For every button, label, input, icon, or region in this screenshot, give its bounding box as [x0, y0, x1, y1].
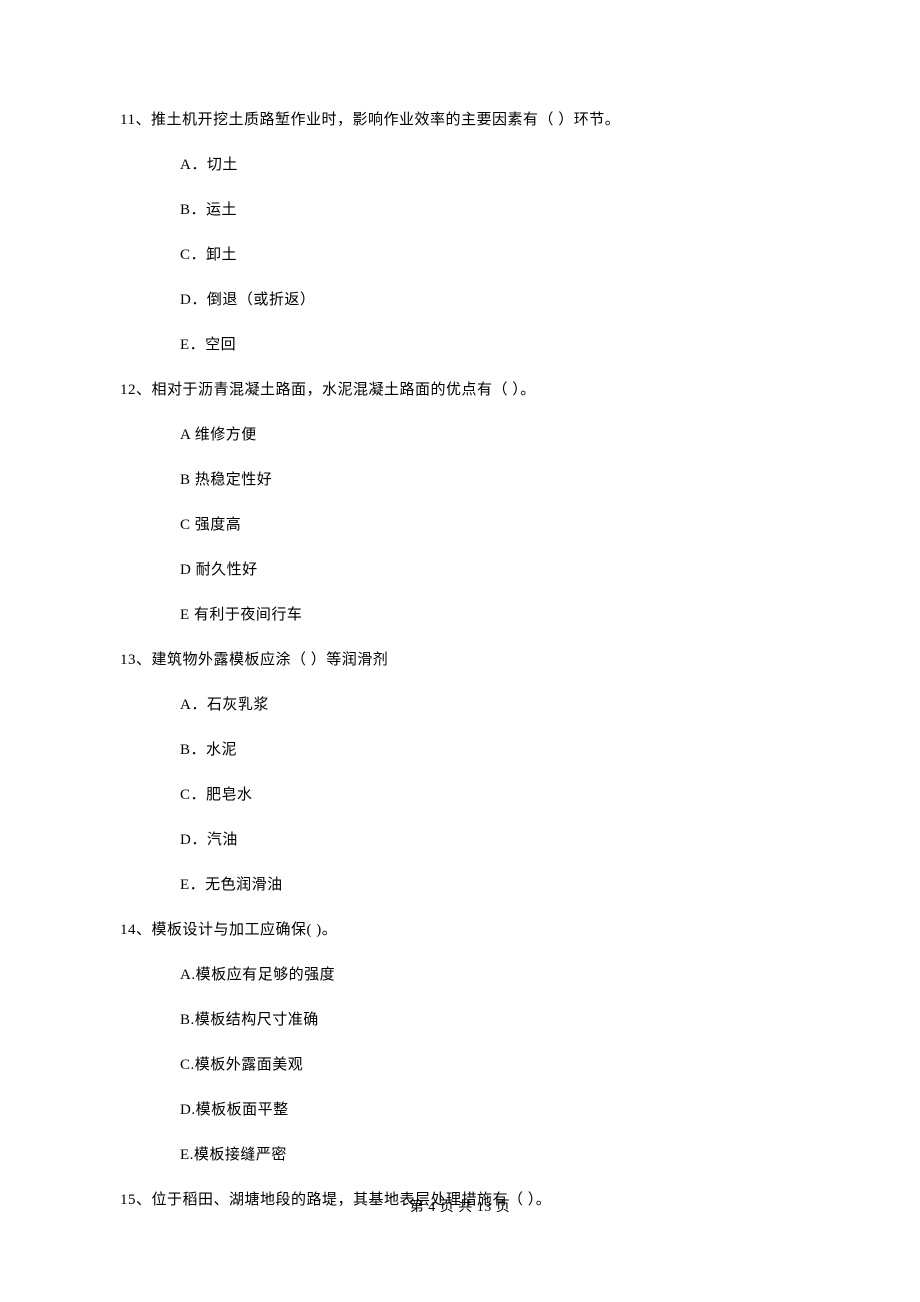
- option-a: A.模板应有足够的强度: [180, 965, 800, 986]
- option-e: E．空回: [180, 335, 800, 356]
- option-a: A．石灰乳浆: [180, 695, 800, 716]
- option-e: E 有利于夜间行车: [180, 605, 800, 626]
- question-stem: 11、推土机开挖土质路堑作业时，影响作业效率的主要因素有（ ）环节。: [120, 110, 800, 131]
- option-c: C．肥皂水: [180, 785, 800, 806]
- page-footer: 第 4 页 共 13 页: [0, 1198, 920, 1218]
- page: 11、推土机开挖土质路堑作业时，影响作业效率的主要因素有（ ）环节。 A．切土 …: [0, 0, 920, 1302]
- option-d: D.模板板面平整: [180, 1100, 800, 1121]
- option-c: C.模板外露面美观: [180, 1055, 800, 1076]
- option-e: E.模板接缝严密: [180, 1145, 800, 1166]
- option-list: A.模板应有足够的强度 B.模板结构尺寸准确 C.模板外露面美观 D.模板板面平…: [120, 965, 800, 1166]
- option-list: A．石灰乳浆 B．水泥 C．肥皂水 D．汽油 E．无色润滑油: [120, 695, 800, 896]
- option-d: D 耐久性好: [180, 560, 800, 581]
- option-b: B 热稳定性好: [180, 470, 800, 491]
- option-d: D．倒退（或折返）: [180, 290, 800, 311]
- option-e: E．无色润滑油: [180, 875, 800, 896]
- option-b: B.模板结构尺寸准确: [180, 1010, 800, 1031]
- question-11: 11、推土机开挖土质路堑作业时，影响作业效率的主要因素有（ ）环节。 A．切土 …: [120, 110, 800, 356]
- option-a: A．切土: [180, 155, 800, 176]
- option-list: A 维修方便 B 热稳定性好 C 强度高 D 耐久性好 E 有利于夜间行车: [120, 425, 800, 626]
- question-12: 12、相对于沥青混凝土路面，水泥混凝土路面的优点有（ ）。 A 维修方便 B 热…: [120, 380, 800, 626]
- option-b: B．水泥: [180, 740, 800, 761]
- question-stem: 13、建筑物外露模板应涂（ ）等润滑剂: [120, 650, 800, 671]
- question-stem: 14、模板设计与加工应确保( )。: [120, 920, 800, 941]
- option-d: D．汽油: [180, 830, 800, 851]
- question-13: 13、建筑物外露模板应涂（ ）等润滑剂 A．石灰乳浆 B．水泥 C．肥皂水 D．…: [120, 650, 800, 896]
- option-b: B．运土: [180, 200, 800, 221]
- question-14: 14、模板设计与加工应确保( )。 A.模板应有足够的强度 B.模板结构尺寸准确…: [120, 920, 800, 1166]
- option-c: C．卸土: [180, 245, 800, 266]
- option-list: A．切土 B．运土 C．卸土 D．倒退（或折返） E．空回: [120, 155, 800, 356]
- question-stem: 12、相对于沥青混凝土路面，水泥混凝土路面的优点有（ ）。: [120, 380, 800, 401]
- option-c: C 强度高: [180, 515, 800, 536]
- option-a: A 维修方便: [180, 425, 800, 446]
